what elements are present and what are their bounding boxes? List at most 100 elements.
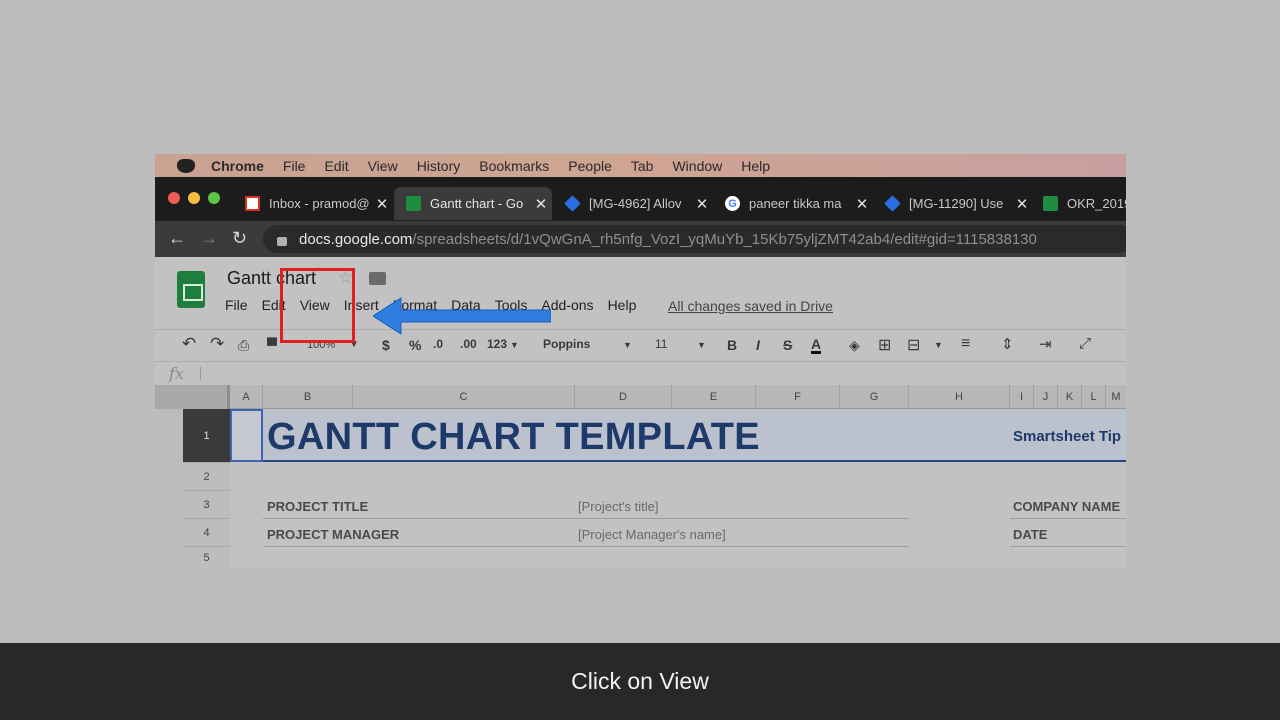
minimize-window-button[interactable]	[188, 192, 200, 204]
formula-bar[interactable]: fx	[155, 361, 1126, 384]
fill-color-icon[interactable]: ◈	[849, 337, 860, 354]
project-title-value[interactable]: [Project's title]	[578, 499, 659, 514]
divider	[263, 546, 909, 547]
column-header[interactable]: K	[1058, 385, 1082, 409]
tab-title: Gantt chart - Go	[430, 196, 524, 211]
mac-menu-history[interactable]: History	[417, 158, 461, 174]
currency-button[interactable]: $	[382, 337, 390, 353]
browser-tab[interactable]: [MG-11290] Use ✕	[873, 187, 1033, 220]
tab-title: paneer tikka ma	[749, 196, 842, 211]
lock-icon	[277, 236, 287, 246]
font-size-select[interactable]: 11	[655, 337, 667, 351]
mac-menu-chrome[interactable]: Chrome	[211, 158, 264, 174]
grid-left-strip	[155, 409, 183, 568]
url-input[interactable]: docs.google.com /spreadsheets/d/1vQwGnA_…	[263, 225, 1126, 253]
browser-tab[interactable]: [MG-4962] Allov ✕	[553, 187, 713, 220]
percent-button[interactable]: %	[409, 337, 421, 353]
row-header[interactable]: 5	[183, 547, 230, 568]
menu-file[interactable]: File	[225, 297, 248, 317]
column-header[interactable]: D	[575, 385, 672, 409]
mac-menu-edit[interactable]: Edit	[324, 158, 348, 174]
horizontal-align-icon[interactable]: ≡	[961, 335, 970, 353]
project-title-label[interactable]: PROJECT TITLE	[267, 499, 368, 514]
text-rotate-icon[interactable]: ⤢	[1079, 335, 1091, 352]
row-header[interactable]: 3	[183, 491, 230, 519]
tab-close-icon[interactable]: ✕	[691, 195, 713, 213]
paint-format-icon[interactable]: ▀	[267, 337, 277, 353]
column-header[interactable]: A	[230, 385, 263, 409]
column-header[interactable]: H	[909, 385, 1010, 409]
save-status[interactable]: All changes saved in Drive	[668, 298, 833, 314]
column-header[interactable]: I	[1010, 385, 1034, 409]
company-name-label[interactable]: COMPANY NAME	[1013, 499, 1120, 514]
mac-menu-bookmarks[interactable]: Bookmarks	[479, 158, 549, 174]
text-color-button[interactable]: A	[811, 337, 822, 354]
column-header[interactable]: M	[1106, 385, 1126, 409]
more-formats-button[interactable]: 123	[487, 337, 507, 351]
bold-button[interactable]: B	[727, 337, 737, 353]
sheets-logo-icon[interactable]	[177, 271, 205, 308]
row-header[interactable]: 2	[183, 463, 230, 491]
forward-icon[interactable]: →	[200, 228, 218, 249]
column-header[interactable]: J	[1034, 385, 1058, 409]
column-header[interactable]: L	[1082, 385, 1106, 409]
mac-menu-tab[interactable]: Tab	[631, 158, 654, 174]
column-header[interactable]: G	[840, 385, 909, 409]
mac-menu-help[interactable]: Help	[741, 158, 770, 174]
mac-menu-people[interactable]: People	[568, 158, 612, 174]
row-header[interactable]: 4	[183, 519, 230, 547]
smartsheet-tip[interactable]: Smartsheet Tip	[1013, 428, 1121, 445]
apple-icon[interactable]	[177, 158, 195, 173]
mac-menu-file[interactable]: File	[283, 158, 306, 174]
column-headers: A B C D E F G H I J K L M	[155, 385, 1126, 409]
redo-icon[interactable]: ↷	[210, 334, 224, 354]
text-wrap-icon[interactable]: ⇥	[1039, 335, 1052, 353]
borders-icon[interactable]: ⊞	[878, 335, 891, 355]
increase-decimal-button[interactable]: .00	[460, 337, 477, 351]
decrease-decimal-button[interactable]: .0	[433, 337, 443, 351]
banner-title[interactable]: GANTT CHART TEMPLATE	[267, 416, 760, 459]
selected-cell[interactable]	[230, 409, 263, 462]
gmail-icon	[245, 196, 260, 211]
url-path: /spreadsheets/d/1vQwGnA_rh5nfg_VozI_yqMu…	[412, 230, 1037, 248]
tab-close-icon[interactable]: ✕	[851, 195, 873, 213]
row-header-selected[interactable]: 1	[183, 409, 230, 463]
font-select[interactable]: Poppins	[543, 337, 590, 351]
tab-close-icon[interactable]: ✕	[371, 195, 393, 213]
merge-cells-icon[interactable]: ⊟	[907, 335, 920, 355]
google-icon: G	[725, 196, 740, 211]
undo-icon[interactable]: ↶	[182, 334, 196, 354]
print-icon[interactable]: ⎙	[238, 337, 249, 354]
browser-tab[interactable]: G paneer tikka ma ✕	[713, 187, 873, 220]
column-header[interactable]: E	[672, 385, 756, 409]
divider	[1010, 546, 1126, 547]
tab-title: [MG-4962] Allov	[589, 196, 682, 211]
tab-close-icon[interactable]: ✕	[530, 195, 552, 213]
column-header[interactable]: F	[756, 385, 840, 409]
project-manager-label[interactable]: PROJECT MANAGER	[267, 527, 399, 542]
sheets-icon	[406, 196, 421, 211]
reload-icon[interactable]: ↻	[232, 228, 247, 249]
tab-close-icon[interactable]: ✕	[1011, 195, 1033, 213]
select-all-corner[interactable]	[155, 385, 230, 409]
vertical-align-icon[interactable]: ⇕	[1001, 335, 1014, 353]
close-window-button[interactable]	[168, 192, 180, 204]
browser-address-bar: ← → ↻ docs.google.com /spreadsheets/d/1v…	[155, 221, 1126, 257]
menu-help[interactable]: Help	[608, 297, 637, 317]
column-header[interactable]: B	[263, 385, 353, 409]
highlight-box	[280, 268, 355, 343]
folder-icon[interactable]	[369, 272, 386, 285]
mac-menu-view[interactable]: View	[368, 158, 398, 174]
back-icon[interactable]: ←	[168, 228, 186, 249]
strikethrough-button[interactable]: S	[783, 337, 792, 353]
browser-tab-active[interactable]: Gantt chart - Go ✕	[394, 187, 552, 220]
chevron-down-icon: ▼	[934, 340, 943, 350]
mac-menu-window[interactable]: Window	[672, 158, 722, 174]
italic-button[interactable]: I	[756, 337, 760, 353]
column-header[interactable]: C	[353, 385, 575, 409]
browser-tab[interactable]: OKR_2019	[1031, 187, 1126, 220]
browser-tab[interactable]: Inbox - pramod@ ✕	[233, 187, 393, 220]
project-manager-value[interactable]: [Project Manager's name]	[578, 527, 726, 542]
date-label[interactable]: DATE	[1013, 527, 1047, 542]
zoom-window-button[interactable]	[208, 192, 220, 204]
